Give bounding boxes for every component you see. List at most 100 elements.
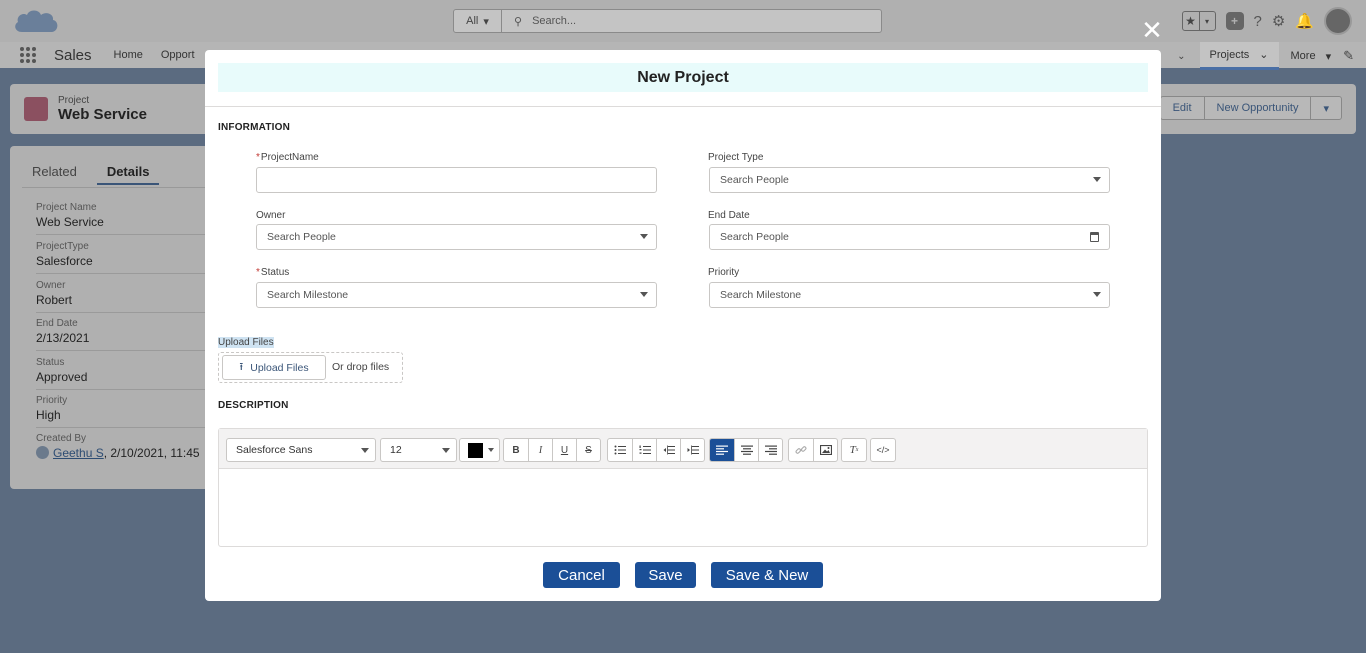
caret-down-icon [361, 448, 369, 453]
tab-details[interactable]: Details [96, 164, 160, 185]
file-drop-zone[interactable]: ⭱ Upload Files Or drop files [218, 352, 403, 383]
align-right-icon[interactable] [758, 439, 782, 461]
gear-icon[interactable]: ⚙ [1272, 12, 1285, 30]
end-date-input[interactable]: Search People [709, 224, 1110, 250]
underline-icon[interactable]: U [552, 439, 576, 461]
star-icon[interactable]: ★ [1183, 12, 1199, 30]
alignment-group [709, 438, 783, 462]
user-avatar[interactable] [1324, 7, 1352, 35]
bell-icon[interactable]: 🔔 [1295, 12, 1314, 30]
owner-placeholder: Search People [267, 231, 336, 243]
new-opportunity-button[interactable]: New Opportunity [1203, 97, 1311, 119]
status-combobox[interactable]: Search Milestone [256, 282, 657, 308]
clear-format-group: Tx [841, 438, 867, 462]
font-size-select[interactable]: 12 [380, 438, 457, 462]
caret-down-icon [1093, 292, 1101, 297]
tab-related[interactable]: Related [32, 164, 77, 185]
text-format-group: B I U S [503, 438, 601, 462]
modal-header-divider [205, 106, 1161, 107]
html-source-icon[interactable]: </> [871, 439, 895, 461]
description-text-area[interactable] [219, 469, 1147, 546]
nav-item-opportunities[interactable]: Opport [161, 49, 195, 61]
modal-title: New Project [218, 63, 1148, 92]
priority-combobox[interactable]: Search Milestone [709, 282, 1110, 308]
text-color-picker[interactable] [459, 438, 500, 462]
app-launcher-icon[interactable] [20, 47, 36, 63]
numbered-list-icon[interactable] [632, 439, 656, 461]
end-date-placeholder: Search People [720, 231, 789, 243]
section-information-heading: INFORMATION [218, 122, 291, 133]
owner-combobox[interactable]: Search People [256, 224, 657, 250]
link-icon[interactable] [789, 439, 813, 461]
edit-nav-pencil-icon[interactable]: ✎ [1343, 48, 1354, 64]
caret-down-icon [640, 292, 648, 297]
search-scope-dropdown[interactable]: All ▾ [454, 10, 502, 32]
nav-item-home[interactable]: Home [114, 49, 143, 61]
salesforce-logo[interactable] [12, 6, 60, 38]
bold-icon[interactable]: B [504, 439, 528, 461]
nav-item-more-label: More [1290, 50, 1316, 62]
cancel-button[interactable]: Cancel [543, 562, 620, 588]
user-avatar-icon [36, 446, 49, 459]
chevron-down-icon[interactable]: ⌄ [1177, 51, 1185, 62]
clear-formatting-icon[interactable]: Tx [842, 439, 866, 461]
save-and-new-button[interactable]: Save & New [711, 562, 823, 588]
description-rich-text-editor: Salesforce Sans 12 B I U S T x </> [218, 428, 1148, 547]
font-family-value: Salesforce Sans [236, 444, 313, 456]
favorites-button[interactable]: ★ ▾ [1181, 11, 1216, 31]
priority-placeholder: Search Milestone [720, 289, 802, 301]
record-actions: Edit New Opportunity ▾ [1159, 96, 1342, 120]
editor-toolbar: Salesforce Sans 12 B I U S T x </> [219, 429, 1147, 469]
color-swatch [468, 443, 483, 458]
search-placeholder[interactable]: Search... [532, 15, 576, 27]
bulleted-list-icon[interactable] [608, 439, 632, 461]
more-actions-caret-icon[interactable]: ▾ [1310, 97, 1341, 119]
nav-item-projects[interactable]: Projects ⌄ [1199, 42, 1279, 70]
project-record-icon [24, 97, 48, 121]
section-description-heading: DESCRIPTION [218, 400, 289, 411]
indent-icon[interactable] [680, 439, 704, 461]
required-asterisk: * [256, 152, 260, 163]
strikethrough-icon[interactable]: S [576, 439, 600, 461]
drop-files-hint: Or drop files [332, 361, 390, 373]
help-icon[interactable]: ? [1254, 13, 1262, 30]
upload-files-label: Upload Files [218, 337, 274, 348]
search-icon: ⚲ [514, 15, 523, 28]
priority-label: Priority [708, 267, 740, 278]
project-name-label: *ProjectName [256, 152, 319, 163]
global-actions-plus-icon[interactable]: + [1225, 12, 1244, 30]
nav-item-more[interactable]: More ▾ [1279, 50, 1344, 63]
outdent-icon[interactable] [656, 439, 680, 461]
project-name-input[interactable] [256, 167, 657, 193]
chevron-down-icon[interactable]: ⌄ [1259, 48, 1268, 61]
app-name: Sales [54, 46, 92, 64]
close-modal-icon[interactable]: ✕ [1140, 17, 1164, 43]
record-object-label: Project [58, 95, 90, 106]
align-center-icon[interactable] [734, 439, 758, 461]
insert-group [788, 438, 838, 462]
font-size-value: 12 [390, 444, 402, 456]
italic-icon[interactable]: I [528, 439, 552, 461]
created-by-date: , 2/10/2021, 11:45 [103, 446, 200, 460]
calendar-icon[interactable] [1090, 232, 1099, 242]
project-type-combobox[interactable]: Search People [709, 167, 1110, 193]
align-left-icon[interactable] [710, 439, 734, 461]
created-by-user-link[interactable]: Geethu S [53, 446, 104, 460]
chevron-down-icon: ▾ [483, 15, 489, 28]
upload-files-button-label: Upload Files [250, 361, 309, 374]
upload-files-button[interactable]: ⭱ Upload Files [222, 355, 326, 380]
save-button[interactable]: Save [635, 562, 696, 588]
required-asterisk: * [256, 267, 260, 278]
source-group: </> [870, 438, 896, 462]
record-name: Web Service [58, 106, 147, 123]
status-label: *Status [256, 267, 289, 278]
caret-down-icon [640, 234, 648, 239]
font-family-select[interactable]: Salesforce Sans [226, 438, 376, 462]
image-icon[interactable] [813, 439, 837, 461]
caret-down-icon [1093, 177, 1101, 182]
caret-down-icon: ▾ [1325, 50, 1332, 63]
favorites-menu-icon[interactable]: ▾ [1198, 12, 1215, 30]
edit-button[interactable]: Edit [1161, 97, 1204, 119]
global-search[interactable]: All ▾ ⚲ Search... [453, 9, 882, 33]
project-name-label-text: ProjectName [260, 152, 319, 163]
